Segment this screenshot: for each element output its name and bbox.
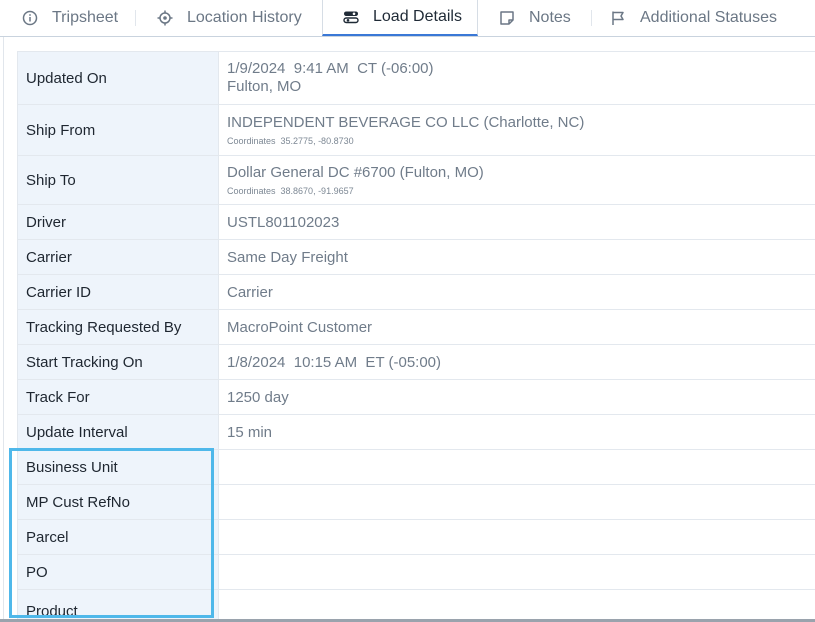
field-label: Start Tracking On: [18, 345, 219, 379]
ship-to-coordinates: Coordinates 38.8670, -91.9657: [227, 186, 354, 196]
tab-label: Load Details: [373, 8, 462, 25]
field-label: Business Unit: [18, 450, 219, 484]
field-label: PO: [18, 555, 219, 589]
row-ship-to: Ship To Dollar General DC #6700 (Fulton,…: [18, 156, 815, 205]
ship-to-value: Dollar General DC #6700 (Fulton, MO): [227, 164, 484, 181]
row-po: PO: [18, 555, 815, 590]
row-driver: Driver USTL801102023: [18, 205, 815, 240]
row-mp-cust-refno: MP Cust RefNo: [18, 485, 815, 520]
tracking-requested-by-value: MacroPoint Customer: [227, 318, 373, 336]
field-label: Ship To: [18, 156, 219, 204]
row-tracking-requested-by: Tracking Requested By MacroPoint Custome…: [18, 310, 815, 345]
product-value: [219, 590, 815, 622]
field-label: MP Cust RefNo: [18, 485, 219, 519]
tab-bar: Tripsheet Location History Load Details …: [0, 0, 815, 37]
row-track-for: Track For 1250 day: [18, 380, 815, 415]
field-label: Carrier ID: [18, 275, 219, 309]
info-circle-icon: [22, 10, 38, 26]
updated-on-location: Fulton, MO: [227, 78, 302, 95]
crosshair-icon: [157, 10, 173, 26]
field-label: Update Interval: [18, 415, 219, 449]
updated-on-value: 1/9/2024 9:41 AM CT (-06:00): [227, 60, 434, 77]
ship-from-coordinates: Coordinates 35.2775, -80.8730: [227, 136, 354, 146]
tab-label: Notes: [529, 9, 571, 26]
row-product: Product: [18, 590, 815, 622]
tab-load-details[interactable]: Load Details: [322, 0, 478, 36]
field-label: Product: [18, 590, 219, 622]
tab-location-history[interactable]: Location History: [157, 0, 302, 36]
tab-notes[interactable]: Notes: [499, 0, 571, 36]
row-ship-from: Ship From INDEPENDENT BEVERAGE CO LLC (C…: [18, 105, 815, 156]
update-interval-value: 15 min: [227, 423, 273, 441]
carrier-id-value: Carrier: [227, 283, 273, 301]
row-update-interval: Update Interval 15 min: [18, 415, 815, 450]
load-details-table: Updated On 1/9/2024 9:41 AM CT (-06:00) …: [17, 51, 815, 622]
tab-additional-statuses[interactable]: Additional Statuses: [610, 0, 777, 36]
tab-tripsheet[interactable]: Tripsheet: [22, 0, 118, 36]
field-label: Carrier: [18, 240, 219, 274]
field-label: Track For: [18, 380, 219, 414]
driver-value: USTL801102023: [227, 213, 340, 231]
tab-divider: [135, 10, 136, 26]
panel-border: [3, 37, 4, 622]
row-updated-on: Updated On 1/9/2024 9:41 AM CT (-06:00) …: [18, 52, 815, 105]
field-label: Parcel: [18, 520, 219, 554]
field-value: Dollar General DC #6700 (Fulton, MO) Coo…: [219, 156, 815, 204]
field-value: INDEPENDENT BEVERAGE CO LLC (Charlotte, …: [219, 105, 815, 155]
row-carrier-id: Carrier ID Carrier: [18, 275, 815, 310]
row-carrier: Carrier Same Day Freight: [18, 240, 815, 275]
field-value: 1/9/2024 9:41 AM CT (-06:00) Fulton, MO: [219, 52, 815, 104]
row-business-unit: Business Unit: [18, 450, 815, 485]
row-parcel: Parcel: [18, 520, 815, 555]
row-start-tracking-on: Start Tracking On 1/8/2024 10:15 AM ET (…: [18, 345, 815, 380]
field-label: Ship From: [18, 105, 219, 155]
field-label: Driver: [18, 205, 219, 239]
track-for-value: 1250 day: [227, 388, 289, 406]
flag-icon: [610, 10, 626, 26]
carrier-value: Same Day Freight: [227, 248, 348, 266]
tab-label: Tripsheet: [52, 9, 119, 26]
mp-cust-refno-value: [219, 485, 815, 519]
ship-from-value: INDEPENDENT BEVERAGE CO LLC (Charlotte, …: [227, 114, 585, 131]
start-tracking-on-value: 1/8/2024 10:15 AM ET (-05:00): [227, 353, 442, 371]
parcel-value: [219, 520, 815, 554]
tab-divider: [591, 10, 592, 26]
po-value: [219, 555, 815, 589]
tab-label: Additional Statuses: [640, 9, 777, 26]
toggles-icon: [343, 9, 359, 25]
tab-label: Location History: [187, 9, 302, 26]
business-unit-value: [219, 450, 815, 484]
sticky-note-icon: [499, 10, 515, 26]
field-label: Updated On: [18, 52, 219, 104]
field-label: Tracking Requested By: [18, 310, 219, 344]
